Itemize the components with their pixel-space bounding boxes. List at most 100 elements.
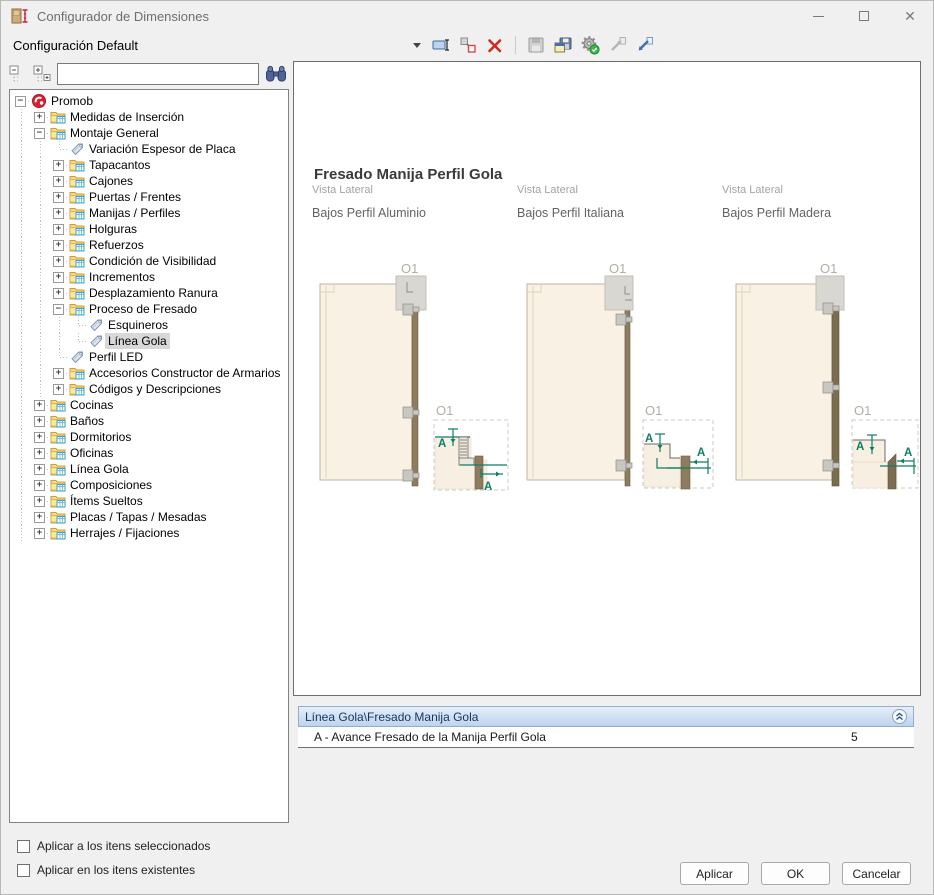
tree-item-desplazamiento-ranura[interactable]: + Desplazamiento Ranura: [10, 285, 288, 301]
search-input[interactable]: [57, 63, 259, 85]
tree-item-tapacantos[interactable]: + Tapacantos: [10, 157, 288, 173]
chevron-down-icon[interactable]: [413, 43, 421, 48]
delete-config-button[interactable]: [485, 35, 505, 55]
tree-item-label[interactable]: Cajones: [86, 173, 136, 189]
collapse-group-button[interactable]: [892, 709, 907, 724]
tree-item-herrajes-fijaciones[interactable]: + Herrajes / Fijaciones: [10, 525, 288, 541]
tree-item-linea-gola[interactable]: Línea Gola: [10, 333, 288, 349]
tree-item-label[interactable]: Desplazamiento Ranura: [86, 285, 221, 301]
expand-node-icon[interactable]: +: [53, 192, 64, 203]
tree-item-label[interactable]: Cocinas: [67, 397, 116, 413]
expand-node-icon[interactable]: +: [34, 480, 45, 491]
expand-node-icon[interactable]: +: [53, 288, 64, 299]
tree-item-label[interactable]: Refuerzos: [86, 237, 147, 253]
tree-item-cocinas[interactable]: + Cocinas: [10, 397, 288, 413]
expand-node-icon[interactable]: +: [53, 224, 64, 235]
expand-node-icon[interactable]: +: [53, 384, 64, 395]
tree-item-label[interactable]: Variación Espesor de Placa: [86, 141, 239, 157]
tree-item-banos[interactable]: + Baños: [10, 413, 288, 429]
tree-item-cajones[interactable]: + Cajones: [10, 173, 288, 189]
tree-item-label[interactable]: Condición de Visibilidad: [86, 253, 219, 269]
tree-item-label[interactable]: Ítems Sueltos: [67, 493, 146, 509]
export-button-disabled[interactable]: [607, 35, 627, 55]
tree-item-puertas-frentes[interactable]: + Puertas / Frentes: [10, 189, 288, 205]
expand-node-icon[interactable]: +: [53, 240, 64, 251]
tree-item-label[interactable]: Dormitorios: [67, 429, 134, 445]
apply-settings-button[interactable]: [580, 35, 600, 55]
tree-item-medidas-de-insercion[interactable]: +Medidas de Inserción: [10, 109, 288, 125]
tree-item-label[interactable]: Promob: [48, 93, 96, 109]
apply-existing-checkbox[interactable]: [17, 864, 30, 877]
expand-node-icon[interactable]: +: [53, 176, 64, 187]
tree-item-accesorios-constructor-de-armarios[interactable]: + Accesorios Constructor de Armarios: [10, 365, 288, 381]
tree-item-incrementos[interactable]: +Incrementos: [10, 269, 288, 285]
ok-button[interactable]: OK: [761, 862, 830, 885]
tree-item-label[interactable]: Códigos y Descripciones: [86, 381, 224, 397]
expand-node-icon[interactable]: +: [53, 368, 64, 379]
apply-selected-checkbox[interactable]: [17, 840, 30, 853]
collapse-all-icon[interactable]: [9, 65, 27, 83]
tree-item-label[interactable]: Baños: [67, 413, 107, 429]
tree-item-esquineros[interactable]: Esquineros: [10, 317, 288, 333]
tree-item-label[interactable]: Proceso de Fresado: [86, 301, 200, 317]
cancel-button[interactable]: Cancelar: [842, 862, 911, 885]
tree-item-manijas-perfiles[interactable]: + Manijas / Perfiles: [10, 205, 288, 221]
tree-item-label[interactable]: Manijas / Perfiles: [86, 205, 183, 221]
collapse-node-icon[interactable]: −: [53, 304, 64, 315]
tree-item-label[interactable]: Herrajes / Fijaciones: [67, 525, 182, 541]
tree-item-label[interactable]: Línea Gola: [105, 333, 170, 349]
tree-item-label[interactable]: Medidas de Inserción: [67, 109, 187, 125]
tree-item-label[interactable]: Accesorios Constructor de Armarios: [86, 365, 283, 381]
tree-item-linea-gola[interactable]: + Línea Gola: [10, 461, 288, 477]
tree-item-composiciones[interactable]: +Composiciones: [10, 477, 288, 493]
tree-item-label[interactable]: Montaje General: [67, 125, 162, 141]
close-button[interactable]: ✕: [887, 1, 933, 31]
new-config-button[interactable]: [458, 35, 478, 55]
maximize-button[interactable]: [841, 1, 887, 31]
expand-node-icon[interactable]: +: [34, 528, 45, 539]
expand-node-icon[interactable]: +: [53, 208, 64, 219]
expand-node-icon[interactable]: +: [53, 160, 64, 171]
expand-node-icon[interactable]: +: [34, 448, 45, 459]
expand-node-icon[interactable]: +: [34, 464, 45, 475]
expand-node-icon[interactable]: +: [34, 416, 45, 427]
tree-item-promob[interactable]: − Promob: [10, 93, 288, 109]
tree-item-oficinas[interactable]: + Oficinas: [10, 445, 288, 461]
tree-item-label[interactable]: Placas / Tapas / Mesadas: [67, 509, 210, 525]
tree-item-variacion-espesor-de-placa[interactable]: Variación Espesor de Placa: [10, 141, 288, 157]
expand-node-icon[interactable]: +: [34, 512, 45, 523]
save-as-button[interactable]: [553, 35, 573, 55]
import-button[interactable]: [634, 35, 654, 55]
expand-node-icon[interactable]: +: [53, 256, 64, 267]
tree-item-label[interactable]: Oficinas: [67, 445, 116, 461]
tree-item-dormitorios[interactable]: + Dormitorios: [10, 429, 288, 445]
tree-item-label[interactable]: Esquineros: [105, 317, 171, 333]
tree-item-label[interactable]: Holguras: [86, 221, 140, 237]
config-selector[interactable]: Configuración Default: [1, 31, 421, 59]
tree-item-holguras[interactable]: + Holguras: [10, 221, 288, 237]
tree-item-label[interactable]: Tapacantos: [86, 157, 153, 173]
tree-item-montaje-general[interactable]: − Montaje General: [10, 125, 288, 141]
collapse-node-icon[interactable]: −: [15, 96, 26, 107]
rename-config-button[interactable]: [431, 35, 451, 55]
minimize-button[interactable]: [795, 1, 841, 31]
tree-item-placas-tapas-mesadas[interactable]: + Placas / Tapas / Mesadas: [10, 509, 288, 525]
tree-item-proceso-de-fresado[interactable]: − Proceso de Fresado: [10, 301, 288, 317]
expand-all-icon[interactable]: [33, 65, 51, 83]
tree-item-label[interactable]: Puertas / Frentes: [86, 189, 184, 205]
collapse-node-icon[interactable]: −: [34, 128, 45, 139]
tree-item-perfil-led[interactable]: Perfil LED: [10, 349, 288, 365]
tree-item-codigos-y-descripciones[interactable]: + Códigos y Descripciones: [10, 381, 288, 397]
tree-item-label[interactable]: Incrementos: [86, 269, 158, 285]
expand-node-icon[interactable]: +: [34, 496, 45, 507]
tree-item-refuerzos[interactable]: + Refuerzos: [10, 237, 288, 253]
property-value-field[interactable]: 5: [851, 730, 911, 744]
expand-node-icon[interactable]: +: [34, 400, 45, 411]
search-binoculars-icon[interactable]: [265, 64, 287, 84]
save-button-disabled[interactable]: [526, 35, 546, 55]
tree-item-label[interactable]: Línea Gola: [67, 461, 132, 477]
expand-node-icon[interactable]: +: [34, 432, 45, 443]
tree-item-label[interactable]: Perfil LED: [86, 349, 146, 365]
tree-item-condicion-de-visibilidad[interactable]: + Condición de Visibilidad: [10, 253, 288, 269]
tree-item-items-sueltos[interactable]: + Ítems Sueltos: [10, 493, 288, 509]
